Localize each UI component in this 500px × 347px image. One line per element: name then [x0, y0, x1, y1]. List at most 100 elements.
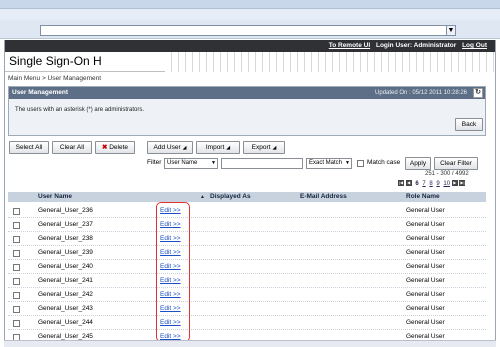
match-mode-value: Exact Match: [309, 160, 343, 166]
table-row: General_User_241 Edit >> General User: [8, 274, 486, 288]
user-name: General_User_237: [38, 221, 93, 228]
back-button[interactable]: Back: [455, 118, 483, 131]
dropdown-icon: ◢: [182, 145, 187, 151]
role-name: General User: [406, 263, 445, 270]
role-name: General User: [406, 249, 445, 256]
chevron-down-icon: ▼: [345, 160, 350, 166]
role-name: General User: [406, 319, 445, 326]
clear-filter-button[interactable]: Clear Filter: [434, 157, 478, 170]
clear-all-button[interactable]: Clear All: [52, 141, 92, 154]
filter-label: Filter: [147, 159, 162, 166]
role-name: General User: [406, 333, 445, 340]
row-checkbox[interactable]: [13, 236, 20, 243]
import-button[interactable]: Import ◢: [196, 141, 240, 154]
row-checkbox[interactable]: [13, 264, 20, 271]
updated-timestamp: Updated On : 05/12 2011 10:28:26: [375, 90, 467, 96]
table-row: General_User_240 Edit >> General User: [8, 260, 486, 274]
table-header: User Name ▲ Displayed As E-Mail Address …: [8, 192, 486, 202]
row-checkbox[interactable]: [13, 320, 20, 327]
user-name: General_User_242: [38, 291, 93, 298]
table-row: General_User_244 Edit >> General User: [8, 316, 486, 330]
page-link[interactable]: 6: [415, 181, 418, 187]
last-page-icon[interactable]: ▶|: [459, 180, 466, 186]
user-name: General_User_240: [38, 263, 93, 270]
user-name: General_User_239: [38, 249, 93, 256]
page-link[interactable]: 9: [436, 181, 439, 187]
breadcrumb: Main Menu > User Management: [8, 75, 102, 82]
browser-address-bar: ▼: [0, 20, 500, 39]
role-name: General User: [406, 207, 445, 214]
table-row: General_User_236 Edit >> General User: [8, 204, 486, 218]
title-bar: Single Sign-On H: [5, 52, 495, 72]
role-name: General User: [406, 277, 445, 284]
export-label: Export: [251, 144, 271, 151]
chevron-down-icon: ▼: [211, 160, 216, 166]
logout-link[interactable]: Log Out: [462, 42, 487, 49]
select-all-button[interactable]: Select All: [9, 141, 49, 154]
top-navigation: To Remote UI Login User: Administrator L…: [5, 40, 495, 52]
title-decoration: [165, 52, 495, 72]
sort-ascending-icon[interactable]: ▲: [200, 194, 205, 200]
horizontal-scrollbar[interactable]: [4, 340, 496, 347]
refresh-icon[interactable]: ↻: [473, 88, 483, 98]
row-checkbox[interactable]: [13, 292, 20, 299]
table-row: General_User_238 Edit >> General User: [8, 232, 486, 246]
next-page-icon[interactable]: ▶: [451, 180, 458, 186]
filter-input[interactable]: [221, 158, 303, 169]
address-input[interactable]: [40, 25, 456, 36]
panel-title: User Management: [12, 89, 68, 96]
match-case-label: Match case: [367, 159, 401, 166]
delete-button[interactable]: ✖ Delete: [95, 141, 135, 154]
role-name: General User: [406, 291, 445, 298]
filter-field-value: User Name: [167, 160, 198, 166]
page-link[interactable]: 8: [429, 181, 432, 187]
filter-field-select[interactable]: User Name ▼: [164, 158, 218, 169]
column-displayed-as[interactable]: Displayed As: [210, 193, 251, 200]
role-name: General User: [406, 221, 445, 228]
row-checkbox[interactable]: [13, 306, 20, 313]
user-name: General_User_241: [38, 277, 93, 284]
admin-note: The users with an asterisk (*) are admin…: [15, 107, 145, 113]
add-user-label: Add User: [153, 144, 181, 151]
first-page-icon[interactable]: |◀: [398, 180, 404, 186]
row-checkbox[interactable]: [13, 278, 20, 285]
browser-toolbar: [0, 9, 500, 20]
dropdown-icon: ◢: [226, 145, 231, 151]
table-row: General_User_242 Edit >> General User: [8, 288, 486, 302]
table-row: General_User_243 Edit >> General User: [8, 302, 486, 316]
table-row: General_User_239 Edit >> General User: [8, 246, 486, 260]
pager: |◀ ◀ 6 7 8 9 10 ▶ ▶|: [398, 180, 466, 187]
row-checkbox[interactable]: [13, 250, 20, 257]
delete-label: Delete: [109, 144, 129, 151]
apply-button[interactable]: Apply: [405, 157, 431, 170]
user-name: General_User_243: [38, 305, 93, 312]
export-button[interactable]: Export ◢: [243, 141, 285, 154]
chevron-down-icon[interactable]: ▼: [446, 25, 456, 36]
page-title: Single Sign-On H: [9, 54, 102, 68]
row-checkbox[interactable]: [13, 208, 20, 215]
column-email[interactable]: E-Mail Address: [300, 193, 347, 200]
dropdown-icon: ◢: [272, 145, 277, 151]
match-case-checkbox[interactable]: [357, 160, 364, 167]
user-name: General_User_245: [38, 333, 93, 340]
role-name: General User: [406, 305, 445, 312]
page-link[interactable]: 10: [443, 181, 450, 187]
add-user-button[interactable]: Add User ◢: [147, 141, 193, 154]
table-row: General_User_237 Edit >> General User: [8, 218, 486, 232]
delete-x-icon: ✖: [101, 144, 108, 151]
remote-ui-link[interactable]: To Remote UI: [329, 42, 370, 49]
match-mode-select[interactable]: Exact Match ▼: [306, 158, 352, 169]
browser-title-bar: [0, 0, 500, 9]
login-user-text: Login User: Administrator: [375, 42, 457, 49]
column-role[interactable]: Role Name: [406, 193, 440, 200]
panel-header: User Management Updated On : 05/12 2011 …: [9, 87, 485, 99]
column-user-name[interactable]: User Name: [38, 193, 72, 200]
edit-column-highlight: [156, 202, 190, 342]
user-name: General_User_244: [38, 319, 93, 326]
prev-page-icon[interactable]: ◀: [405, 180, 412, 186]
user-name: General_User_238: [38, 235, 93, 242]
paging-range: 251 - 300 / 4992: [425, 171, 469, 177]
role-name: General User: [406, 235, 445, 242]
row-checkbox[interactable]: [13, 222, 20, 229]
page-link[interactable]: 7: [422, 181, 425, 187]
